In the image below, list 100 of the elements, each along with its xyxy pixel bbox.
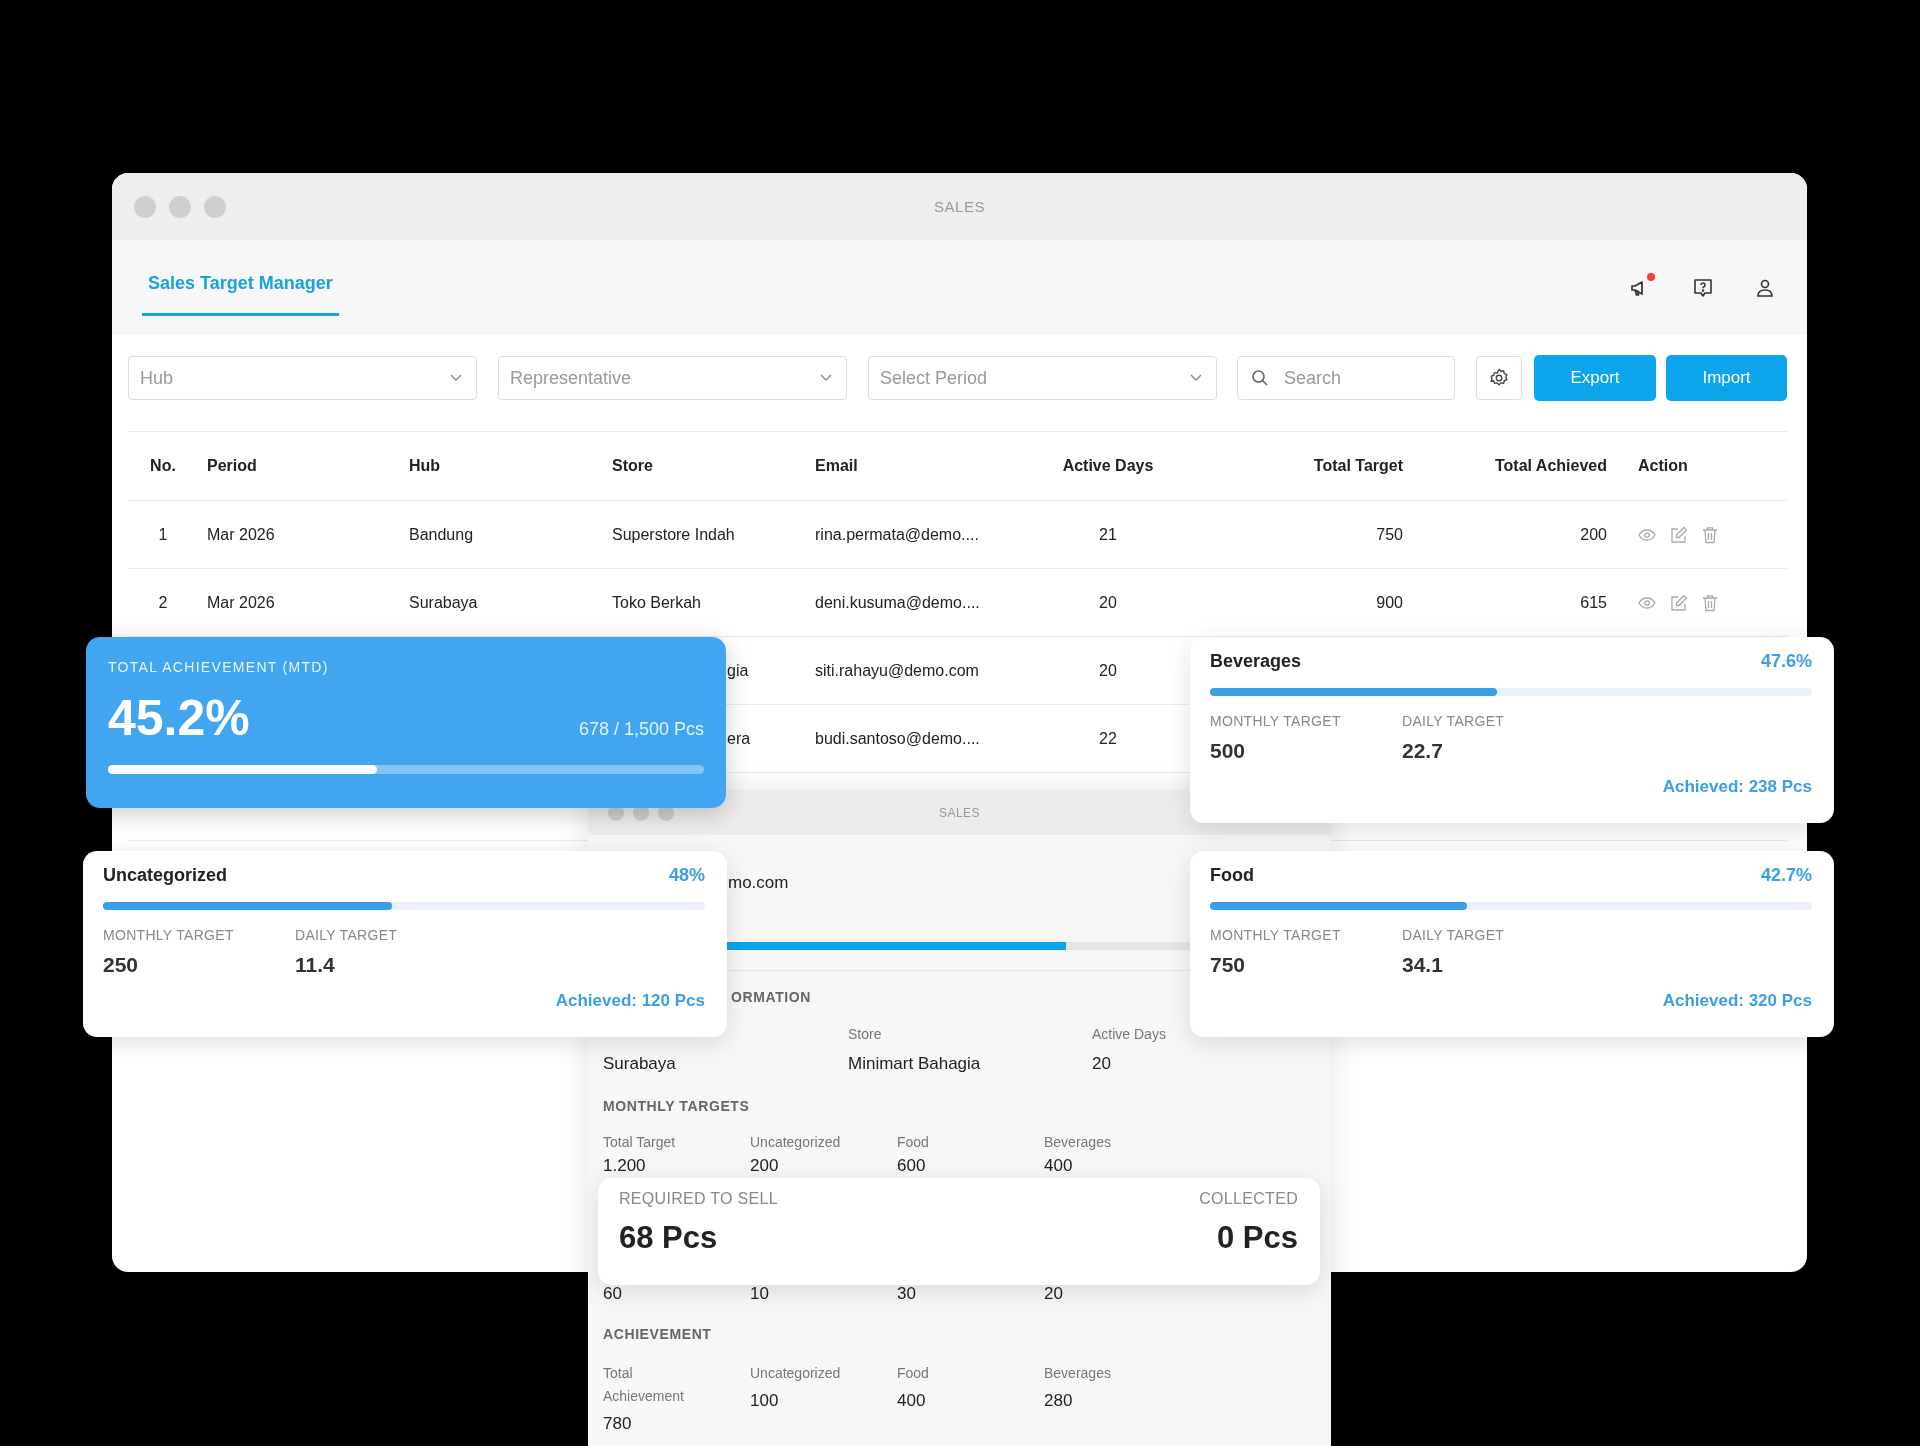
dropdown[interactable]: Hub	[128, 356, 477, 400]
table-cell: Surabaya	[409, 593, 478, 611]
field-value: 20	[1092, 1054, 1112, 1074]
chevron-down-icon	[1190, 374, 1202, 382]
field-value: Surabaya	[603, 1054, 677, 1074]
field-value: 30	[897, 1284, 917, 1304]
table-cell: 20	[1099, 593, 1117, 611]
trash-icon[interactable]	[1702, 593, 1718, 612]
column-header: Hub	[408, 457, 442, 475]
field-value: 10	[750, 1284, 770, 1304]
column-header: Period	[206, 457, 258, 475]
stat-value: 34.1	[1402, 953, 1444, 977]
column-header: Action	[1637, 457, 1689, 475]
action-button[interactable]: Export	[1534, 355, 1656, 401]
window-title: SALES	[938, 805, 981, 820]
edit-icon[interactable]	[1670, 525, 1688, 544]
table-cell: era	[727, 729, 751, 747]
achieved-text: Achieved: 120 Pcs	[555, 991, 705, 1010]
field-label: Food	[897, 1364, 930, 1383]
stat-label: DAILY TARGET	[295, 927, 399, 943]
stat-label: MONTHLY TARGET	[1210, 927, 1342, 943]
edit-icon[interactable]	[1670, 593, 1688, 612]
window-close-dot[interactable]	[134, 195, 156, 218]
field-value: 780	[603, 1414, 633, 1434]
table-cell: 615	[1580, 593, 1607, 611]
field-value: 1.200	[603, 1156, 647, 1176]
tab[interactable]: Sales Target Manager	[142, 273, 339, 316]
search-icon	[1251, 369, 1269, 387]
window-zoom-dot[interactable]	[204, 195, 226, 218]
field-value: 60	[603, 1284, 623, 1304]
action-button[interactable]: Import	[1666, 355, 1787, 401]
stat-label: MONTHLY TARGET	[103, 927, 235, 943]
field-label: Beverages	[1044, 1134, 1112, 1150]
field-value: 200	[750, 1156, 780, 1176]
chevron-down-icon	[450, 374, 462, 382]
table-cell: 20	[1099, 661, 1117, 679]
field-value: 400	[1044, 1156, 1074, 1176]
field-label: Beverages	[1044, 1364, 1112, 1383]
table-cell: budi.santoso@demo....	[815, 729, 980, 747]
table-cell: deni.kusuma@demo....	[815, 593, 980, 611]
percent-value: 47.6%	[1760, 651, 1812, 672]
table-cell: Mar 2026	[207, 525, 275, 543]
table-cell: 900	[1376, 593, 1403, 611]
section-title: ORMATION	[731, 989, 811, 1005]
achieved-text: Achieved: 238 Pcs	[1662, 777, 1812, 796]
dropdown[interactable]: Select Period	[868, 356, 1217, 400]
table-cell: Toko Berkah	[612, 593, 701, 611]
field-label: Food	[897, 1134, 930, 1150]
stat-label: MONTHLY TARGET	[1210, 713, 1342, 729]
table-cell: siti.rahayu@demo.com	[815, 661, 979, 679]
settings-button[interactable]	[1476, 356, 1522, 400]
window-minimize-dot[interactable]	[169, 195, 191, 218]
table-cell: 21	[1099, 525, 1117, 543]
card-label: REQUIRED TO SELL	[619, 1190, 778, 1208]
table-cell: rina.permata@demo....	[815, 525, 979, 543]
stat-value: 500	[1210, 739, 1247, 763]
field-value: Minimart Bahagia	[848, 1054, 982, 1074]
window-title: SALES	[934, 198, 985, 215]
achieved-text: Achieved: 320 Pcs	[1662, 991, 1812, 1010]
table-cell: Mar 2026	[207, 593, 275, 611]
category-name: Beverages	[1210, 651, 1302, 672]
category-name: Food	[1210, 865, 1254, 886]
percent-value: 48%	[668, 865, 705, 886]
field-value: 20	[1044, 1284, 1064, 1304]
section-title: MONTHLY TARGETS	[603, 1098, 750, 1114]
column-header: Total Achieved	[1493, 457, 1607, 475]
column-header: Store	[611, 457, 654, 475]
ratio-text: 678 / 1,500 Pcs	[578, 719, 704, 740]
trash-icon[interactable]	[1702, 525, 1718, 544]
percent-value: 42.7%	[1760, 865, 1812, 886]
table-cell: 200	[1580, 525, 1607, 543]
card-value: 0 Pcs	[1217, 1220, 1298, 1256]
field-label: Uncategorized	[750, 1134, 842, 1150]
field-value: 400	[897, 1391, 927, 1411]
table-cell: 2	[158, 593, 168, 611]
table-cell: 22	[1099, 729, 1117, 747]
eye-icon[interactable]	[1638, 528, 1656, 541]
chevron-down-icon	[820, 374, 832, 382]
eye-icon[interactable]	[1638, 596, 1656, 609]
email-text: mo.com	[728, 873, 789, 893]
stat-value: 750	[1210, 953, 1247, 977]
section-title: ACHIEVEMENT	[603, 1326, 712, 1342]
field-label: Uncategorized	[750, 1364, 842, 1383]
field-label: Total Achievement	[603, 1364, 685, 1406]
column-header: Active Days	[1061, 457, 1155, 475]
table-cell: Bandung	[409, 525, 474, 543]
dropdown[interactable]: Representative	[498, 356, 847, 400]
table-cell: gia	[727, 661, 749, 679]
card-label: TOTAL ACHIEVEMENT (MTD)	[108, 659, 330, 675]
table-cell: Superstore Indah	[612, 525, 735, 543]
column-header: Email	[814, 457, 859, 475]
field-value: 600	[897, 1156, 927, 1176]
stat-value: 22.7	[1402, 739, 1444, 763]
column-header: No.	[149, 457, 177, 475]
stat-label: DAILY TARGET	[1402, 927, 1506, 943]
stat-label: DAILY TARGET	[1402, 713, 1506, 729]
card-value: 68 Pcs	[619, 1220, 719, 1256]
card-label: COLLECTED	[1199, 1190, 1298, 1208]
field-label: Active Days	[1092, 1026, 1166, 1042]
search-field[interactable]: Search	[1237, 356, 1455, 400]
